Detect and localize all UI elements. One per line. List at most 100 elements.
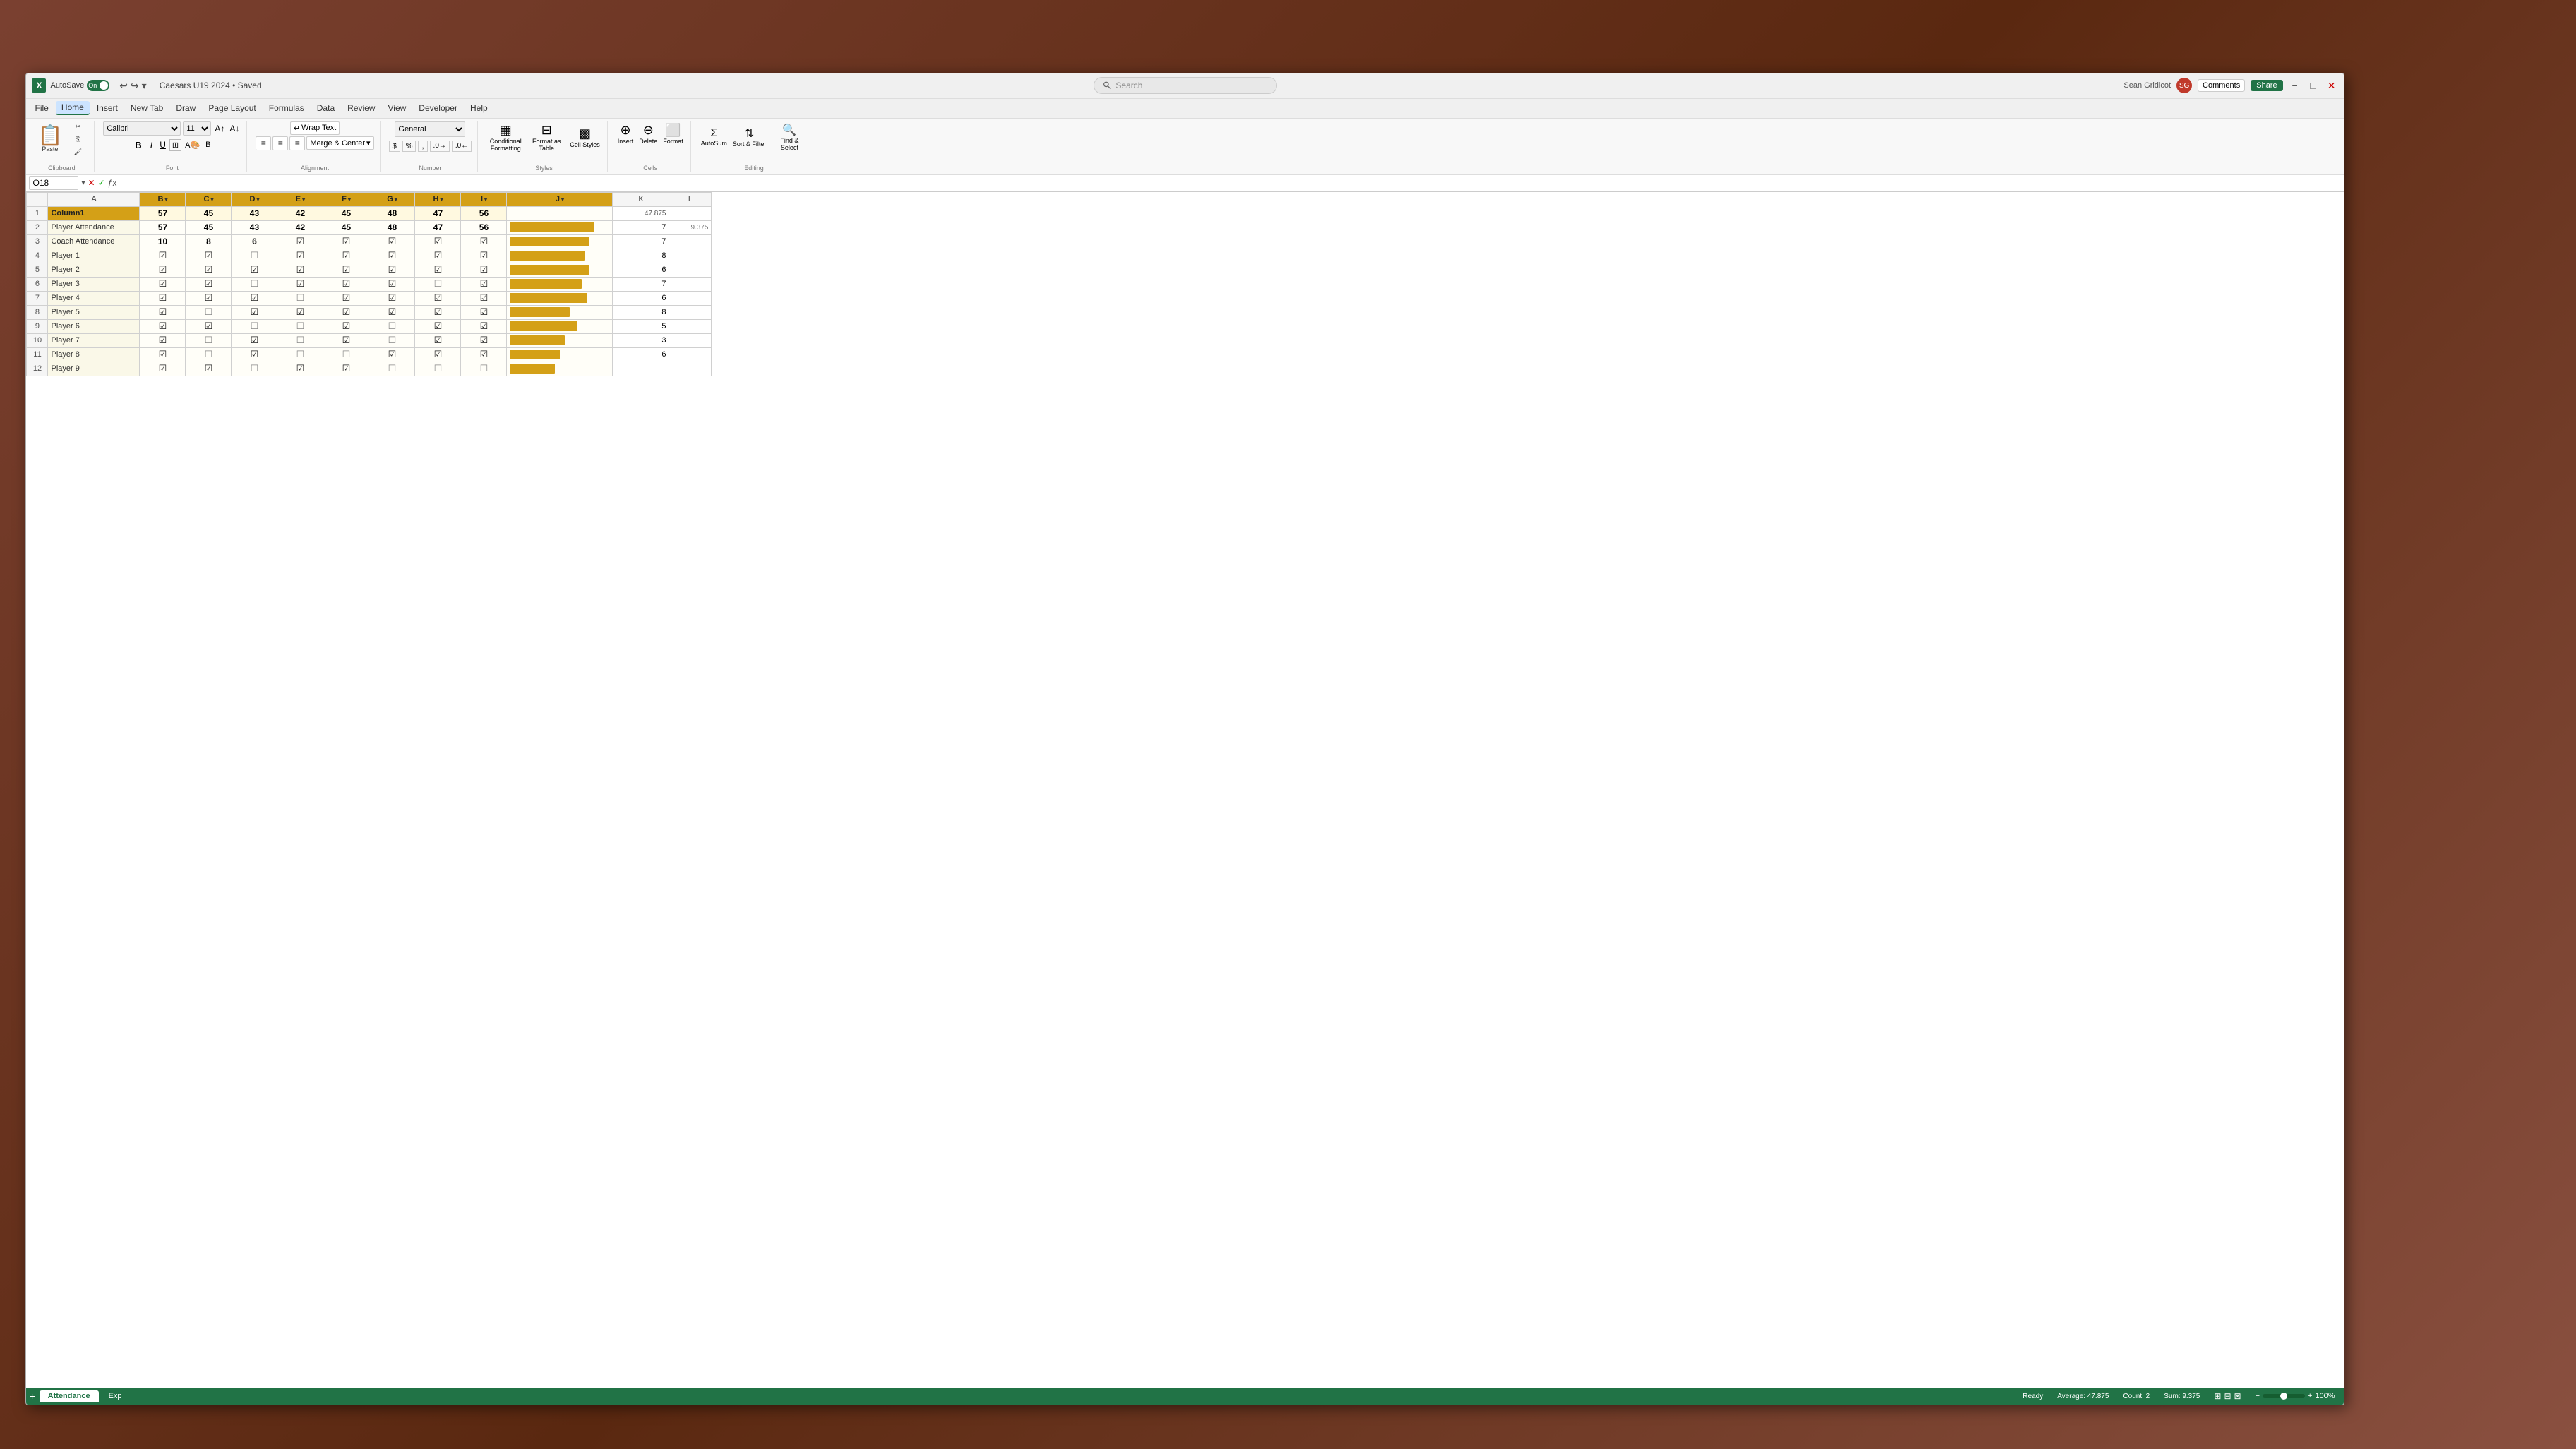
col-G-dropdown[interactable]: ▾ bbox=[395, 196, 397, 203]
cell-C2[interactable]: 45 bbox=[186, 220, 232, 234]
cell-L8[interactable] bbox=[669, 305, 712, 319]
add-sheet-button[interactable]: + bbox=[29, 1390, 35, 1402]
cell-H5[interactable] bbox=[415, 263, 461, 277]
checkbox-H10[interactable] bbox=[434, 337, 443, 345]
cell-G5[interactable] bbox=[369, 263, 415, 277]
align-center-button[interactable]: ≡ bbox=[272, 136, 288, 150]
checkbox-F11[interactable] bbox=[342, 351, 351, 359]
menu-help[interactable]: Help bbox=[465, 102, 493, 114]
normal-view-button[interactable]: ⊞ bbox=[2214, 1391, 2221, 1401]
cell-E10[interactable] bbox=[277, 333, 323, 347]
cell-F12[interactable] bbox=[323, 362, 369, 376]
cell-L3[interactable] bbox=[669, 234, 712, 249]
cell-E8[interactable] bbox=[277, 305, 323, 319]
cell-A11[interactable]: Player 8 bbox=[48, 347, 140, 362]
checkbox-G11[interactable] bbox=[388, 351, 397, 359]
cell-J3[interactable] bbox=[507, 234, 613, 249]
cell-B7[interactable] bbox=[140, 291, 186, 305]
checkbox-B5[interactable] bbox=[159, 266, 167, 275]
checkbox-F4[interactable] bbox=[342, 252, 351, 261]
zoom-slider-thumb[interactable] bbox=[2280, 1393, 2287, 1400]
find-select-button[interactable]: 🔍 Find & Select bbox=[770, 121, 808, 153]
cell-L2[interactable]: 9.375 bbox=[669, 220, 712, 234]
underline-button[interactable]: U bbox=[157, 139, 168, 150]
wrap-text-button[interactable]: ↵ Wrap Text bbox=[290, 121, 340, 135]
col-D-dropdown[interactable]: ▾ bbox=[256, 196, 259, 203]
increase-decimal-button[interactable]: .0→ bbox=[430, 141, 450, 152]
cell-L5[interactable] bbox=[669, 263, 712, 277]
cell-reference-input[interactable]: O18 bbox=[29, 176, 78, 190]
checkbox-B12[interactable] bbox=[159, 365, 167, 374]
checkbox-H5[interactable] bbox=[434, 266, 443, 275]
cell-B4[interactable] bbox=[140, 249, 186, 263]
cell-I8[interactable] bbox=[461, 305, 507, 319]
cell-C1[interactable]: 45 bbox=[186, 206, 232, 220]
cell-J10[interactable] bbox=[507, 333, 613, 347]
checkbox-D10[interactable] bbox=[251, 337, 259, 345]
checkbox-E4[interactable] bbox=[296, 252, 305, 261]
col-header-H[interactable]: H ▾ bbox=[415, 192, 461, 206]
cell-E2[interactable]: 42 bbox=[277, 220, 323, 234]
checkbox-H8[interactable] bbox=[434, 309, 443, 317]
cell-C7[interactable] bbox=[186, 291, 232, 305]
undo-icon[interactable]: ↩ bbox=[119, 80, 128, 92]
cell-J9[interactable] bbox=[507, 319, 613, 333]
cell-B2[interactable]: 57 bbox=[140, 220, 186, 234]
checkbox-F6[interactable] bbox=[342, 280, 351, 289]
share-button[interactable]: Share bbox=[2251, 80, 2282, 91]
checkbox-H4[interactable] bbox=[434, 252, 443, 261]
cell-A2[interactable]: Player Attendance bbox=[48, 220, 140, 234]
menu-home[interactable]: Home bbox=[56, 101, 90, 115]
merge-dropdown-icon[interactable]: ▾ bbox=[366, 138, 371, 148]
cell-E5[interactable] bbox=[277, 263, 323, 277]
menu-review[interactable]: Review bbox=[342, 102, 381, 114]
cell-C10[interactable] bbox=[186, 333, 232, 347]
cell-A4[interactable]: Player 1 bbox=[48, 249, 140, 263]
col-header-B[interactable]: B ▾ bbox=[140, 192, 186, 206]
currency-button[interactable]: $ bbox=[389, 141, 400, 152]
checkbox-H11[interactable] bbox=[434, 351, 443, 359]
menu-draw[interactable]: Draw bbox=[170, 102, 201, 114]
font-color-button[interactable]: B bbox=[203, 140, 212, 150]
checkbox-G9[interactable] bbox=[388, 323, 397, 331]
cell-G7[interactable] bbox=[369, 291, 415, 305]
checkbox-E7[interactable] bbox=[296, 294, 305, 303]
paste-button[interactable]: 📋 Paste bbox=[35, 124, 65, 154]
cell-E12[interactable] bbox=[277, 362, 323, 376]
bold-button[interactable]: B bbox=[131, 138, 145, 152]
format-table-button[interactable]: ⊟ Format as Table bbox=[527, 121, 565, 153]
cell-C8[interactable] bbox=[186, 305, 232, 319]
sort-filter-button[interactable]: ⇅ Sort & Filter bbox=[731, 125, 768, 149]
checkbox-D5[interactable] bbox=[251, 266, 259, 275]
cell-J4[interactable] bbox=[507, 249, 613, 263]
checkbox-G4[interactable] bbox=[388, 252, 397, 261]
cell-I12[interactable] bbox=[461, 362, 507, 376]
checkbox-B8[interactable] bbox=[159, 309, 167, 317]
cell-K12[interactable] bbox=[613, 362, 669, 376]
checkbox-I11[interactable] bbox=[480, 351, 489, 359]
cell-J5[interactable] bbox=[507, 263, 613, 277]
redo-dropdown-icon[interactable]: ▾ bbox=[142, 80, 147, 92]
align-left-button[interactable]: ≡ bbox=[256, 136, 271, 150]
checkbox-I10[interactable] bbox=[480, 337, 489, 345]
col-header-I[interactable]: I ▾ bbox=[461, 192, 507, 206]
cell-F3[interactable] bbox=[323, 234, 369, 249]
menu-file[interactable]: File bbox=[29, 102, 54, 114]
confirm-formula-button[interactable]: ✓ bbox=[98, 178, 105, 188]
redo-icon[interactable]: ↪ bbox=[131, 80, 139, 92]
cell-L11[interactable] bbox=[669, 347, 712, 362]
cell-J6[interactable] bbox=[507, 277, 613, 291]
menu-view[interactable]: View bbox=[382, 102, 412, 114]
cell-D11[interactable] bbox=[232, 347, 277, 362]
col-header-D[interactable]: D ▾ bbox=[232, 192, 277, 206]
cell-B3[interactable]: 10 bbox=[140, 234, 186, 249]
copy-button[interactable]: ⎘ bbox=[67, 134, 88, 145]
cell-C6[interactable] bbox=[186, 277, 232, 291]
cell-K11[interactable]: 6 bbox=[613, 347, 669, 362]
cell-A12[interactable]: Player 9 bbox=[48, 362, 140, 376]
checkbox-F12[interactable] bbox=[342, 365, 351, 374]
cell-K8[interactable]: 8 bbox=[613, 305, 669, 319]
cell-G3[interactable] bbox=[369, 234, 415, 249]
cell-L12[interactable] bbox=[669, 362, 712, 376]
align-right-button[interactable]: ≡ bbox=[289, 136, 305, 150]
